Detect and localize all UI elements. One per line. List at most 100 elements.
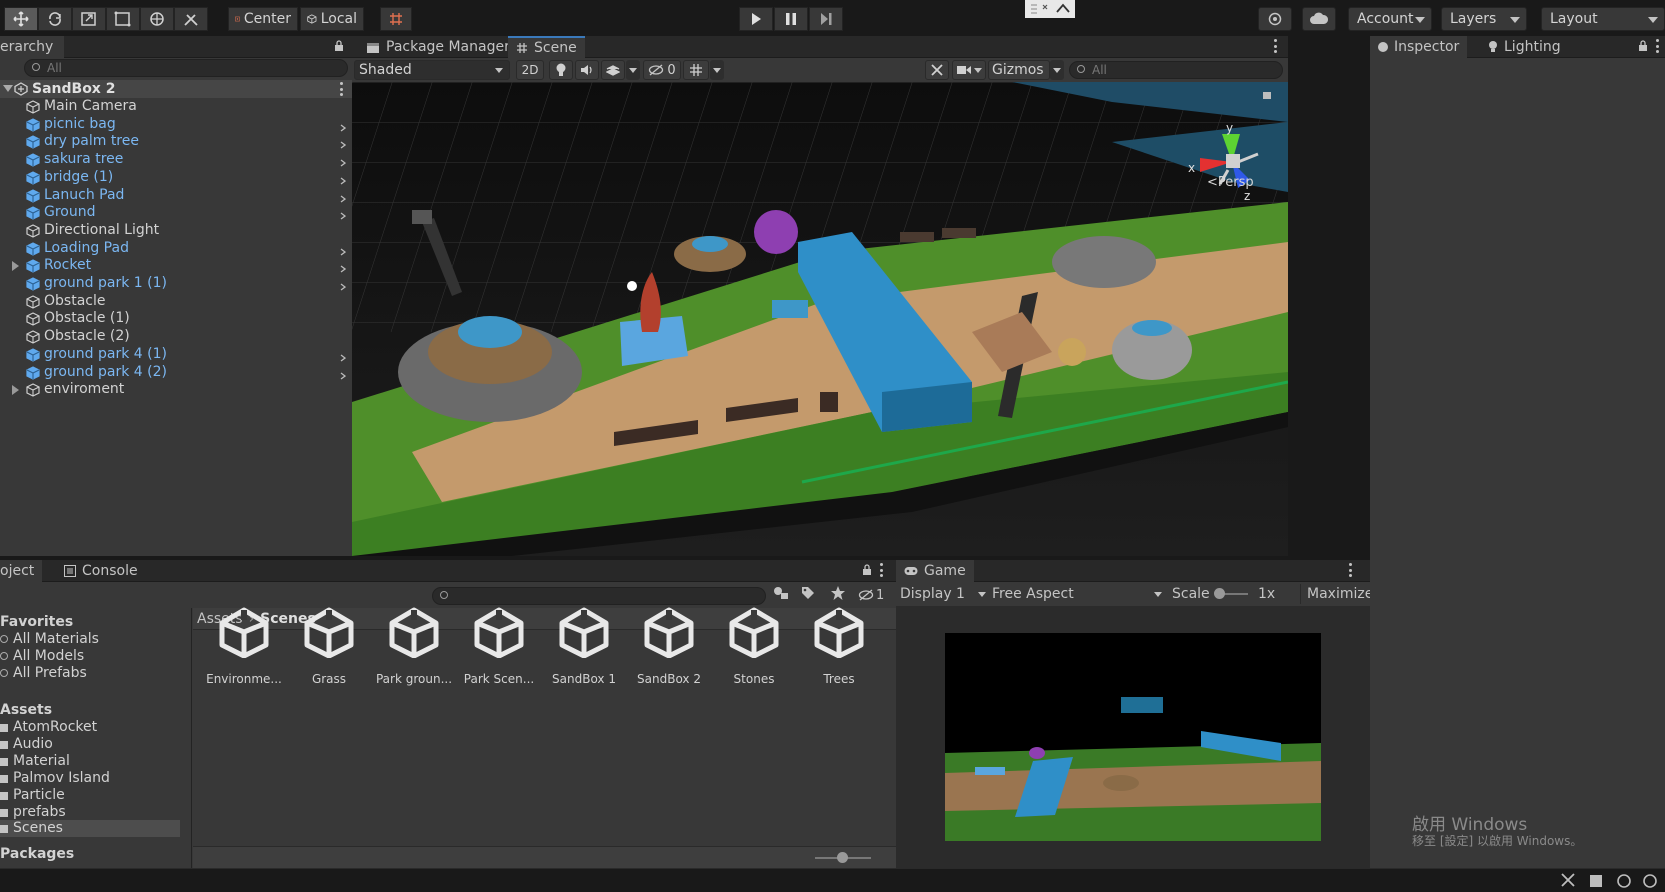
hierarchy-item[interactable]: sakura tree <box>0 151 352 168</box>
toggle-2d-button[interactable]: 2D <box>516 60 544 80</box>
tab-hierarchy[interactable]: erarchy <box>0 36 64 58</box>
icon-size-slider-handle[interactable] <box>837 852 848 863</box>
chevron-right-icon[interactable] <box>340 191 347 203</box>
panel-menu-icon[interactable] <box>1347 563 1353 577</box>
tab-scene[interactable]: Scene <box>508 36 585 58</box>
camera-dropdown[interactable] <box>952 60 986 80</box>
rect-tool-button[interactable] <box>106 7 140 31</box>
favorite-item[interactable]: All Prefabs <box>0 665 180 682</box>
tab-lighting[interactable]: Lighting <box>1480 36 1569 58</box>
collab-button[interactable] <box>1258 7 1292 31</box>
grid-toggle[interactable] <box>683 60 709 80</box>
tab-inspector[interactable]: Inspector <box>1370 36 1468 58</box>
hierarchy-item[interactable]: Ground <box>0 204 352 221</box>
expand-arrow-icon[interactable] <box>3 85 13 92</box>
scene-asset[interactable]: SandBox 1 <box>544 606 624 686</box>
chevron-right-icon[interactable] <box>340 261 347 273</box>
cloud-button[interactable] <box>1302 7 1336 31</box>
folder-item[interactable]: Material <box>0 753 180 770</box>
scale-tool-button[interactable] <box>72 7 106 31</box>
hierarchy-item[interactable]: ground park 1 (1) <box>0 275 352 292</box>
gizmos-dropdown[interactable] <box>1050 60 1064 80</box>
scene-viewport[interactable]: y x z <Persp <box>352 82 1288 556</box>
expand-arrow-icon[interactable] <box>12 385 19 396</box>
layers-dropdown[interactable]: Layers <box>1441 7 1527 31</box>
progress-icon[interactable] <box>1617 874 1631 888</box>
pause-button[interactable] <box>774 7 808 31</box>
lock-icon[interactable] <box>862 564 872 576</box>
folder-item[interactable]: Scenes <box>0 820 180 838</box>
gizmo-lock-icon[interactable] <box>1263 92 1271 99</box>
window-restore-widget[interactable] <box>1025 0 1075 18</box>
scene-asset[interactable]: Environme... <box>204 606 284 686</box>
hierarchy-item[interactable]: Rocket <box>0 257 352 274</box>
hierarchy-item[interactable]: dry palm tree <box>0 133 352 150</box>
transform-tool-button[interactable] <box>140 7 174 31</box>
favorite-item[interactable]: All Materials <box>0 631 180 648</box>
move-tool-button[interactable] <box>4 7 38 31</box>
hierarchy-item[interactable]: bridge (1) <box>0 169 352 186</box>
folder-item[interactable]: AtomRocket <box>0 719 180 736</box>
hierarchy-item[interactable]: picnic bag <box>0 116 352 133</box>
scene-asset[interactable]: Park Scen... <box>459 606 539 686</box>
hierarchy-item[interactable]: Obstacle (1) <box>0 310 352 327</box>
tab-game[interactable]: Game <box>896 560 974 582</box>
scene-menu-icon[interactable] <box>338 82 344 96</box>
pivot-rotation-button[interactable]: Local <box>300 7 364 31</box>
hierarchy-item[interactable]: Loading Pad <box>0 240 352 257</box>
hierarchy-item[interactable]: Obstacle (2) <box>0 328 352 345</box>
persp-label[interactable]: <Persp <box>1207 175 1254 190</box>
chevron-right-icon[interactable] <box>340 368 347 380</box>
chevron-right-icon[interactable] <box>340 137 347 149</box>
folder-item[interactable]: Palmov Island <box>0 770 180 787</box>
chevron-right-icon[interactable] <box>340 173 347 185</box>
grid-dropdown[interactable] <box>710 60 724 80</box>
pivot-mode-button[interactable]: Center <box>228 7 298 31</box>
folder-item[interactable]: Particle <box>0 787 180 804</box>
folder-item[interactable]: prefabs <box>0 804 180 821</box>
hierarchy-item[interactable]: Main Camera <box>0 98 352 115</box>
account-dropdown[interactable]: Account <box>1348 7 1432 31</box>
play-button[interactable] <box>739 7 773 31</box>
audio-toggle[interactable] <box>575 60 599 80</box>
display-dropdown[interactable]: Display 1 <box>900 584 986 604</box>
chevron-right-icon[interactable] <box>340 244 347 256</box>
hierarchy-search-input[interactable]: All <box>24 59 348 77</box>
folder-item[interactable]: Audio <box>0 736 180 753</box>
create-filter-button[interactable] <box>772 585 794 605</box>
tab-package-manager[interactable]: Package Manager <box>358 36 518 58</box>
lock-icon[interactable] <box>1638 40 1648 52</box>
hierarchy-item[interactable]: Directional Light <box>0 222 352 239</box>
scene-asset[interactable]: Park groun... <box>374 606 454 686</box>
rotate-tool-button[interactable] <box>38 7 72 31</box>
aspect-dropdown[interactable]: Free Aspect <box>990 584 1166 604</box>
chevron-right-icon[interactable] <box>340 208 347 220</box>
project-search-input[interactable] <box>432 587 766 605</box>
expand-arrow-icon[interactable] <box>12 261 19 272</box>
scene-asset[interactable]: Stones <box>714 606 794 686</box>
layout-dropdown[interactable]: Layout <box>1541 7 1665 31</box>
hierarchy-item[interactable]: ground park 4 (1) <box>0 346 352 363</box>
favorite-item[interactable]: All Models <box>0 648 180 665</box>
grid-snap-button[interactable] <box>380 7 412 31</box>
hidden-objects-toggle[interactable]: 0 <box>643 60 681 80</box>
scene-search-input[interactable]: All <box>1069 61 1283 79</box>
chevron-right-icon[interactable] <box>340 350 347 362</box>
shading-mode-dropdown[interactable]: Shaded <box>354 60 510 80</box>
hierarchy-item[interactable]: ground park 4 (2) <box>0 364 352 381</box>
packages-header[interactable]: Packages <box>0 846 74 862</box>
scene-asset[interactable]: SandBox 2 <box>629 606 709 686</box>
scene-asset[interactable]: Grass <box>289 606 369 686</box>
hierarchy-item[interactable]: Lanuch Pad <box>0 187 352 204</box>
effects-dropdown[interactable] <box>626 60 640 80</box>
panel-menu-icon[interactable] <box>878 563 884 577</box>
hidden-packages-toggle[interactable]: 1 <box>858 585 892 605</box>
panel-menu-icon[interactable] <box>1654 39 1660 53</box>
favorite-button[interactable] <box>830 585 852 605</box>
chevron-right-icon[interactable] <box>340 279 347 291</box>
scale-slider-handle[interactable] <box>1214 588 1225 599</box>
cache-icon[interactable] <box>1590 875 1602 887</box>
tab-console[interactable]: Console <box>56 560 146 582</box>
chevron-right-icon[interactable] <box>340 120 347 132</box>
custom-tool-button[interactable] <box>174 7 208 31</box>
